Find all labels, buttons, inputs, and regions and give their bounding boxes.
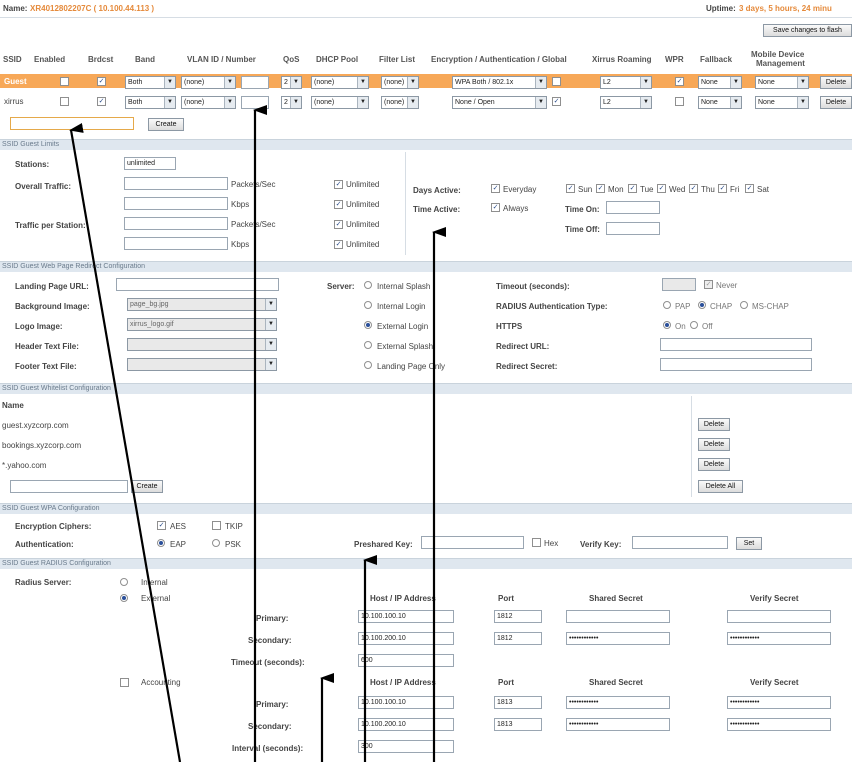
callout-arrows [69, 105, 446, 762]
callout-arrow [69, 123, 182, 762]
